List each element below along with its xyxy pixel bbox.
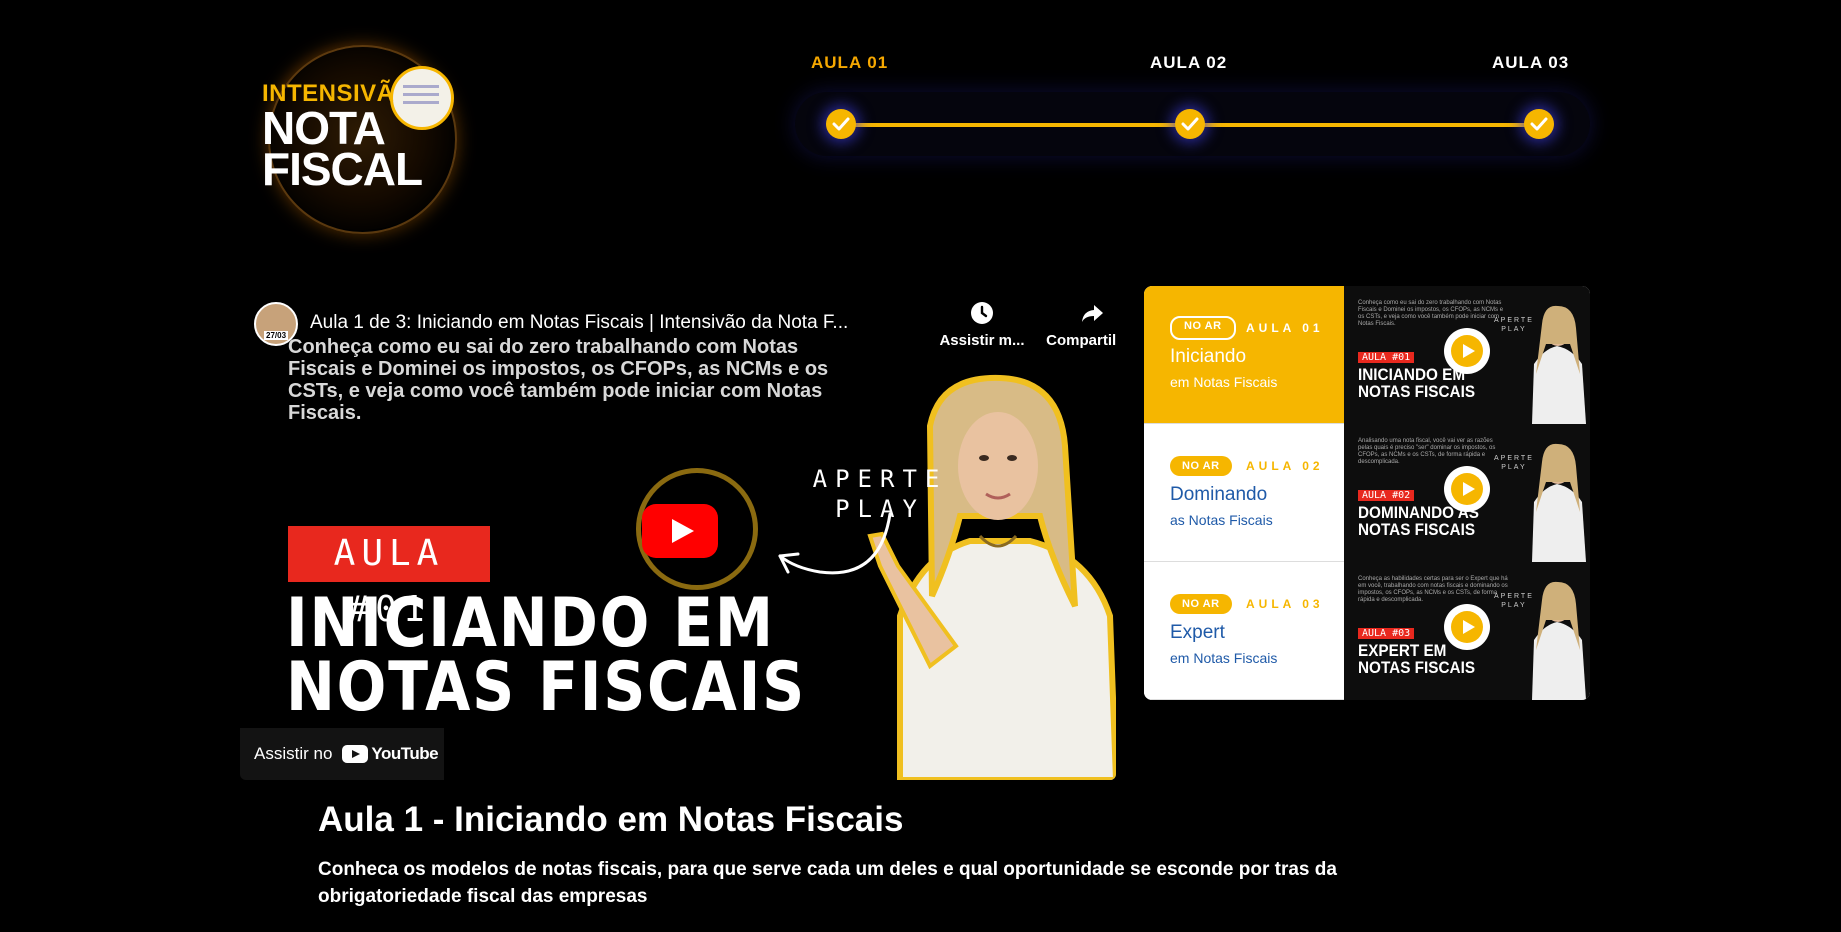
live-badge: NO AR [1170, 456, 1232, 476]
playlist-item-aula-02[interactable]: NO AR AULA 02 Dominando as Notas Fiscais… [1144, 424, 1590, 562]
thumbnail-description: Analisando uma nota fiscal, você vai ver… [1358, 438, 1496, 465]
playlist-item-aula-03[interactable]: NO AR AULA 03 Expert em Notas Fiscais Co… [1144, 562, 1590, 700]
playlist-item-info: NO AR AULA 03 Expert em Notas Fiscais [1144, 562, 1344, 700]
thumbnail-aperte-line-1: APERTE [1494, 593, 1534, 600]
lesson-heading: Aula 1 - Iniciando em Notas Fiscais [318, 800, 904, 839]
logo: INTENSIVÃ NOTA FISCAL [250, 40, 480, 234]
thumbnail-presenter [1532, 443, 1586, 562]
video-player[interactable]: 27/03 Aula 1 de 3: Iniciando em Notas Fi… [240, 286, 1116, 780]
lesson-number: AULA 03 [1246, 597, 1324, 611]
youtube-logo: YouTube [342, 744, 439, 764]
thumbnail-presenter [1532, 581, 1586, 700]
watch-later-button[interactable]: Assistir m... [932, 300, 1032, 349]
avatar-date-badge: 27/03 [264, 331, 289, 340]
aperte-line-1: APERTE [812, 465, 948, 493]
lesson-thumbnail[interactable]: Analisando uma nota fiscal, você vai ver… [1344, 424, 1590, 562]
thumbnail-aperte-line-2: PLAY [1501, 464, 1527, 471]
thumbnail-title-line-2: NOTAS FISCAIS [286, 648, 806, 727]
thumbnail-title: INICIANDO EM NOTAS FISCAIS [286, 584, 806, 727]
thumbnail-presenter [1532, 305, 1586, 424]
live-badge: NO AR [1170, 594, 1232, 614]
thumbnail-aperte: APERTE PLAY [1494, 592, 1534, 610]
lesson-thumbnail[interactable]: Conheça as habilidades certas para ser o… [1344, 562, 1590, 700]
logo-line-3: FISCAL [262, 143, 423, 195]
curved-arrow-icon [778, 512, 892, 575]
lesson-subtitle: em Notas Fiscais [1170, 374, 1278, 390]
lesson-subtitle: as Notas Fiscais [1170, 512, 1273, 528]
thumbnail-aperte-line-2: PLAY [1501, 602, 1527, 609]
lesson-subtitle: em Notas Fiscais [1170, 650, 1278, 666]
thumbnail-title-line-2: NOTAS FISCAIS [1358, 520, 1476, 539]
thumbnail-title-line-2: NOTAS FISCAIS [1358, 382, 1476, 401]
playlist-item-aula-01[interactable]: NO AR AULA 01 Iniciando em Notas Fiscais… [1144, 286, 1590, 424]
thumbnail-lesson-tag: AULA #01 [288, 526, 490, 630]
thumbnail-aperte-line-1: APERTE [1494, 455, 1534, 462]
play-icon[interactable] [1444, 604, 1490, 650]
step-label-aula-02[interactable]: AULA 02 [1150, 53, 1227, 73]
play-icon[interactable] [1444, 328, 1490, 374]
step-2-check-icon[interactable] [1175, 109, 1205, 139]
youtube-wordmark: YouTube [371, 744, 439, 763]
thumbnail-aperte-line-1: APERTE [1494, 317, 1534, 324]
share-button[interactable]: Compartilh... [1042, 300, 1116, 349]
video-title[interactable]: Aula 1 de 3: Iniciando em Notas Fiscais … [310, 312, 880, 334]
lesson-number: AULA 01 [1246, 321, 1324, 335]
watch-on-label: Assistir no [254, 744, 333, 763]
thumbnail-description: Conheça as habilidades certas para ser o… [1358, 576, 1508, 603]
watch-on-youtube-button[interactable]: Assistir no YouTube [240, 728, 444, 780]
lesson-playlist: NO AR AULA 01 Iniciando em Notas Fiscais… [1144, 286, 1590, 700]
youtube-logo-icon [342, 745, 369, 763]
clock-icon [971, 302, 993, 324]
thumbnail-description: Conheça como eu sai do zero trabalhando … [1358, 300, 1504, 327]
share-icon [1082, 305, 1103, 322]
thumbnail-aperte: APERTE PLAY [1494, 316, 1534, 334]
lesson-thumbnail[interactable]: Conheça como eu sai do zero trabalhando … [1344, 286, 1590, 424]
play-icon[interactable] [1444, 466, 1490, 512]
playlist-item-info: NO AR AULA 02 Dominando as Notas Fiscais [1144, 424, 1344, 562]
lesson-title: Dominando [1170, 484, 1268, 505]
lesson-title: Expert [1170, 622, 1225, 643]
step-label-aula-03[interactable]: AULA 03 [1492, 53, 1569, 73]
lesson-title: Iniciando [1170, 346, 1247, 367]
thumbnail-aperte-line-2: PLAY [1501, 326, 1527, 333]
thumbnail-title-line-1: INICIANDO EM [286, 584, 775, 663]
share-label: Compartilh... [1046, 332, 1116, 349]
lesson-description: Conheca os modelos de notas fiscais, par… [318, 859, 1337, 907]
thumbnail-tag: AULA #01 [1358, 352, 1415, 363]
logo-document-icon [390, 66, 454, 130]
video-description: Conheça como eu sai do zero trabalhando … [288, 336, 829, 424]
youtube-play-button-icon[interactable] [642, 504, 718, 558]
step-1-check-icon[interactable] [826, 109, 856, 139]
step-3-check-icon[interactable] [1524, 109, 1554, 139]
thumbnail-tag: AULA #02 [1358, 490, 1415, 501]
playlist-item-info: NO AR AULA 01 Iniciando em Notas Fiscais [1144, 286, 1344, 424]
thumbnail-tag: AULA #03 [1358, 628, 1415, 639]
live-badge: NO AR [1170, 316, 1236, 340]
thumbnail-aperte: APERTE PLAY [1494, 454, 1534, 472]
lesson-number: AULA 02 [1246, 459, 1324, 473]
step-label-aula-01[interactable]: AULA 01 [811, 53, 888, 73]
watch-later-label: Assistir m... [939, 332, 1025, 349]
thumbnail-title-line-2: NOTAS FISCAIS [1358, 658, 1476, 677]
